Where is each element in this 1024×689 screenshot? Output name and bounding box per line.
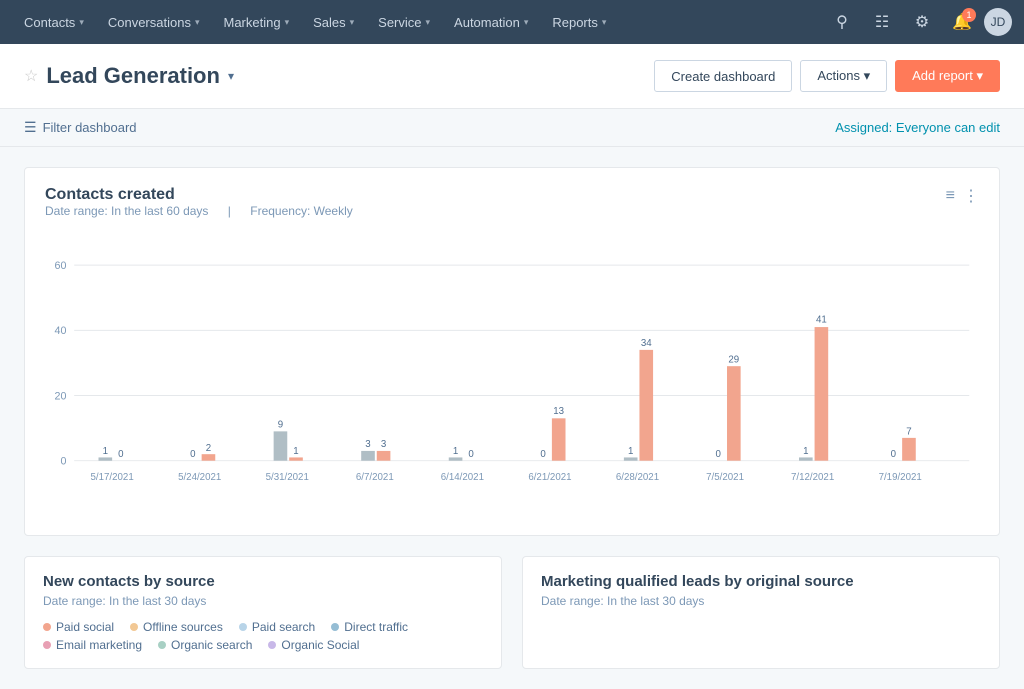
panel-right-title: Marketing qualified leads by original so… xyxy=(541,573,981,590)
star-icon[interactable]: ☆ xyxy=(24,66,38,86)
page-title: Lead Generation xyxy=(46,63,220,89)
svg-text:1: 1 xyxy=(453,446,458,457)
svg-text:0: 0 xyxy=(468,449,474,460)
create-dashboard-button[interactable]: Create dashboard xyxy=(654,60,792,92)
paid-search-dot xyxy=(239,623,247,631)
svg-text:1: 1 xyxy=(103,446,108,457)
legend-item-organic-search: Organic search xyxy=(158,638,252,652)
chevron-down-icon: ▾ xyxy=(79,17,84,28)
nav-item-conversations[interactable]: Conversations ▾ xyxy=(96,0,212,44)
chart-title: Contacts created xyxy=(45,186,369,204)
svg-text:60: 60 xyxy=(55,260,67,272)
svg-text:41: 41 xyxy=(816,315,827,326)
organic-social-dot xyxy=(268,641,276,649)
panel-right-meta: Date range: In the last 30 days xyxy=(541,594,981,608)
actions-chevron-icon: ▾ xyxy=(864,68,871,83)
svg-text:0: 0 xyxy=(716,449,722,460)
search-icon[interactable]: ⚲ xyxy=(824,4,860,40)
legend-item-email-marketing: Email marketing xyxy=(43,638,142,652)
nav-item-marketing[interactable]: Marketing ▾ xyxy=(211,0,301,44)
actions-button[interactable]: Actions ▾ xyxy=(800,60,887,92)
svg-text:3: 3 xyxy=(381,439,386,450)
add-report-chevron-icon: ▾ xyxy=(976,68,983,83)
assigned-value[interactable]: Everyone can edit xyxy=(896,120,1000,135)
svg-text:7/5/2021: 7/5/2021 xyxy=(706,472,744,483)
svg-text:6/14/2021: 6/14/2021 xyxy=(441,472,484,483)
filter-bar: ☰ Filter dashboard Assigned: Everyone ca… xyxy=(0,109,1024,147)
chevron-down-icon: ▾ xyxy=(195,17,200,28)
nav-item-reports[interactable]: Reports ▾ xyxy=(540,0,618,44)
nav-item-sales[interactable]: Sales ▾ xyxy=(301,0,366,44)
notifications-icon[interactable]: 🔔 1 xyxy=(944,4,980,40)
svg-text:7/12/2021: 7/12/2021 xyxy=(791,472,834,483)
svg-text:7: 7 xyxy=(906,426,911,437)
svg-text:3: 3 xyxy=(365,439,370,450)
add-report-button[interactable]: Add report ▾ xyxy=(895,60,1000,92)
avatar[interactable]: JD xyxy=(984,8,1012,36)
navbar: Contacts ▾ Conversations ▾ Marketing ▾ S… xyxy=(0,0,1024,44)
svg-text:20: 20 xyxy=(55,390,67,402)
chevron-down-icon: ▾ xyxy=(350,17,355,28)
chart-more-button[interactable]: ⋮ xyxy=(963,186,979,206)
svg-text:7/19/2021: 7/19/2021 xyxy=(879,472,922,483)
panel-left-meta: Date range: In the last 30 days xyxy=(43,594,483,608)
svg-text:0: 0 xyxy=(891,449,897,460)
svg-text:6/21/2021: 6/21/2021 xyxy=(528,472,571,483)
organic-search-dot xyxy=(158,641,166,649)
chevron-down-icon: ▾ xyxy=(285,17,290,28)
svg-text:5/31/2021: 5/31/2021 xyxy=(266,472,309,483)
svg-text:5/17/2021: 5/17/2021 xyxy=(91,472,134,483)
title-dropdown-icon[interactable]: ▾ xyxy=(228,69,234,83)
chevron-down-icon: ▾ xyxy=(602,17,607,28)
mql-by-source-panel: Marketing qualified leads by original so… xyxy=(522,556,1000,669)
nav-item-contacts[interactable]: Contacts ▾ xyxy=(12,0,96,44)
svg-text:0: 0 xyxy=(540,449,546,460)
svg-text:1: 1 xyxy=(628,446,633,457)
chevron-down-icon: ▾ xyxy=(524,17,529,28)
svg-text:40: 40 xyxy=(55,325,67,337)
header-actions: Create dashboard Actions ▾ Add report ▾ xyxy=(654,60,1000,92)
svg-text:0: 0 xyxy=(190,449,196,460)
svg-text:6/7/2021: 6/7/2021 xyxy=(356,472,394,483)
svg-text:2: 2 xyxy=(206,443,211,454)
email-marketing-dot xyxy=(43,641,51,649)
panel-left-title: New contacts by source xyxy=(43,573,483,590)
svg-text:29: 29 xyxy=(728,354,739,365)
filter-dashboard-button[interactable]: ☰ Filter dashboard xyxy=(24,119,137,136)
svg-text:34: 34 xyxy=(641,338,652,349)
legend-item-organic-social: Organic Social xyxy=(268,638,359,652)
chevron-down-icon: ▾ xyxy=(426,17,431,28)
nav-item-service[interactable]: Service ▾ xyxy=(366,0,442,44)
marketplace-icon[interactable]: ☷ xyxy=(864,4,900,40)
notification-badge: 1 xyxy=(962,8,976,22)
assigned-info: Assigned: Everyone can edit xyxy=(835,120,1000,135)
legend-item-direct-traffic: Direct traffic xyxy=(331,620,408,634)
nav-item-automation[interactable]: Automation ▾ xyxy=(442,0,540,44)
contacts-created-chart-card: Contacts created Date range: In the last… xyxy=(24,167,1000,536)
legend-item-paid-social: Paid social xyxy=(43,620,114,634)
bar-chart: 60 40 20 0 1 0 5/17/2021 0 xyxy=(45,238,979,521)
svg-text:0: 0 xyxy=(60,456,66,468)
svg-text:9: 9 xyxy=(278,420,283,431)
panel-left-legend: Paid social Offline sources Paid search … xyxy=(43,620,483,652)
chart-meta: Date range: In the last 60 days | Freque… xyxy=(45,204,369,218)
svg-text:1: 1 xyxy=(293,446,298,457)
bottom-panels: New contacts by source Date range: In th… xyxy=(24,556,1000,669)
main-content: Contacts created Date range: In the last… xyxy=(0,147,1024,689)
page-header: ☆ Lead Generation ▾ Create dashboard Act… xyxy=(0,44,1024,109)
svg-text:1: 1 xyxy=(803,446,808,457)
filter-icon: ☰ xyxy=(24,119,37,136)
paid-social-dot xyxy=(43,623,51,631)
offline-sources-dot xyxy=(130,623,138,631)
direct-traffic-dot xyxy=(331,623,339,631)
legend-item-paid-search: Paid search xyxy=(239,620,315,634)
svg-text:13: 13 xyxy=(553,406,564,417)
svg-text:5/24/2021: 5/24/2021 xyxy=(178,472,221,483)
settings-icon[interactable]: ⚙ xyxy=(904,4,940,40)
chart-settings-button[interactable]: ≡ xyxy=(946,187,955,205)
legend-item-offline-sources: Offline sources xyxy=(130,620,223,634)
svg-text:0: 0 xyxy=(118,449,124,460)
svg-text:6/28/2021: 6/28/2021 xyxy=(616,472,659,483)
new-contacts-by-source-panel: New contacts by source Date range: In th… xyxy=(24,556,502,669)
